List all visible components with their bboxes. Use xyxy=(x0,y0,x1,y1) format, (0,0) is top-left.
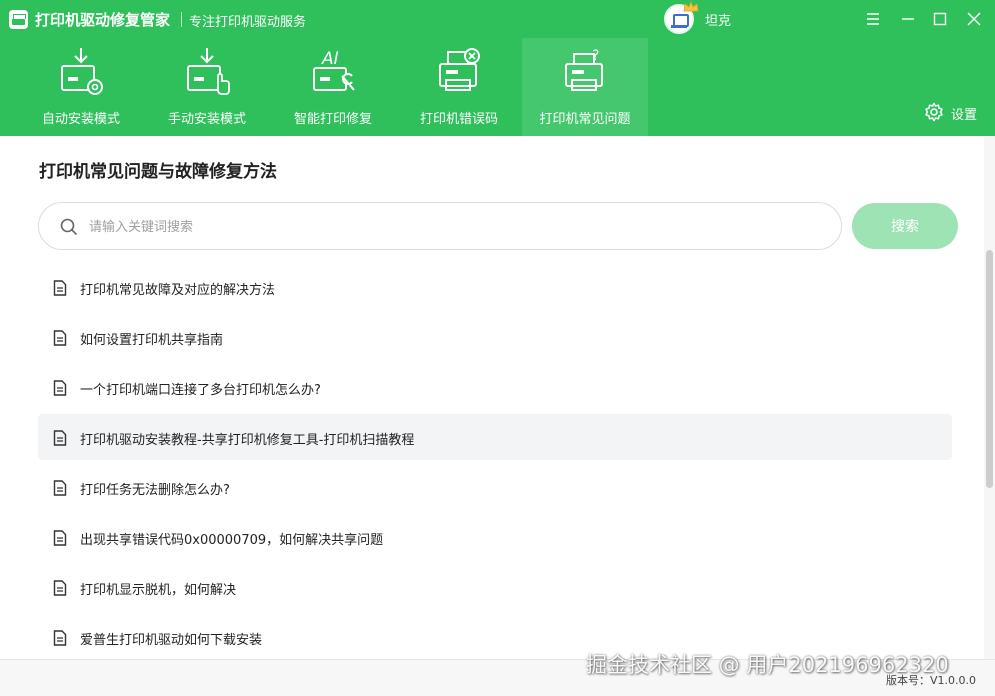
search-icon xyxy=(60,218,78,236)
tab-auto-install[interactable]: 自动安装模式 xyxy=(18,38,144,136)
faq-item[interactable]: 打印机驱动安装教程-共享打印机修复工具-打印机扫描教程 xyxy=(38,414,952,460)
tab-label: 自动安装模式 xyxy=(41,112,120,127)
faq-item[interactable]: 如何设置打印机共享指南 xyxy=(38,314,952,360)
username[interactable]: 坦克 xyxy=(705,10,731,29)
tab-label: 打印机常见问题 xyxy=(539,112,631,127)
tab-label: 打印机错误码 xyxy=(419,112,498,127)
search-input[interactable] xyxy=(89,215,819,239)
tab-printer-error[interactable]: 打印机错误码 xyxy=(396,38,522,136)
printer-logo-icon xyxy=(9,10,28,29)
faq-item-title: 一个打印机端口连接了多台打印机怎么办? xyxy=(80,383,321,398)
printer-error-icon xyxy=(439,48,480,91)
svg-text:AI: AI xyxy=(321,49,339,69)
printer-faq-icon: ? xyxy=(565,48,603,91)
tab-label: 智能打印修复 xyxy=(293,112,372,127)
title-bar: 打印机驱动修复管家 专注打印机驱动服务 坦克 xyxy=(0,0,995,38)
faq-item-title: 爱普生打印机驱动如何下载安装 xyxy=(80,633,263,648)
faq-item-title: 如何设置打印机共享指南 xyxy=(80,333,224,348)
app-slogan: 专注打印机驱动服务 xyxy=(189,15,307,30)
document-icon xyxy=(53,380,67,396)
faq-item[interactable]: 打印任务无法删除怎么办? xyxy=(38,464,952,510)
document-icon xyxy=(53,480,67,496)
faq-item[interactable]: 一个打印机端口连接了多台打印机怎么办? xyxy=(38,364,952,410)
minimize-icon[interactable] xyxy=(897,8,919,30)
tab-label: 手动安装模式 xyxy=(167,112,246,127)
main-nav: 自动安装模式 手动安装模式 AI 智能打印修复 打印机错误码 ? 打印机常见问题 xyxy=(0,38,995,136)
auto-install-icon xyxy=(61,48,103,95)
search-box[interactable] xyxy=(38,202,842,250)
settings-label: 设置 xyxy=(951,108,978,123)
faq-item[interactable]: 出现共享错误代码0x00000709，如何解决共享问题 xyxy=(38,514,952,560)
manual-install-icon xyxy=(187,48,230,95)
document-icon xyxy=(53,280,67,296)
document-icon xyxy=(53,530,67,546)
svg-text:?: ? xyxy=(592,48,599,64)
faq-item[interactable]: 打印机常见故障及对应的解决方法 xyxy=(38,264,952,310)
tab-printer-faq[interactable]: ? 打印机常见问题 xyxy=(522,38,648,136)
document-icon xyxy=(53,630,67,646)
app-name: 打印机驱动修复管家 xyxy=(35,11,171,29)
tab-ai-repair[interactable]: AI 智能打印修复 xyxy=(270,38,396,136)
menu-icon[interactable] xyxy=(862,8,884,30)
close-icon[interactable] xyxy=(963,8,985,30)
ai-repair-icon: AI xyxy=(313,49,355,91)
gear-icon xyxy=(925,102,943,122)
faq-item-title: 打印机显示脱机，如何解决 xyxy=(80,583,237,598)
faq-item-title: 打印任务无法删除怎么办? xyxy=(80,483,230,498)
maximize-icon[interactable] xyxy=(929,8,951,30)
faq-item[interactable]: 打印机显示脱机，如何解决 xyxy=(38,564,952,610)
crown-icon xyxy=(683,1,699,12)
page-title: 打印机常见问题与故障修复方法 xyxy=(39,162,277,182)
search-button[interactable]: 搜索 xyxy=(852,203,958,249)
faq-item-title: 打印机常见故障及对应的解决方法 xyxy=(80,283,276,298)
document-icon xyxy=(53,330,67,346)
app-header: 打印机驱动修复管家 专注打印机驱动服务 坦克 自动安装模式 手动安装模式 AI … xyxy=(0,0,995,136)
faq-item-title: 出现共享错误代码0x00000709，如何解决共享问题 xyxy=(80,533,384,548)
version-label: 版本号：V1.0.0.0 xyxy=(886,674,977,687)
scrollbar-thumb[interactable] xyxy=(986,250,993,488)
faq-item-title: 打印机驱动安装教程-共享打印机修复工具-打印机扫描教程 xyxy=(80,433,415,448)
document-icon xyxy=(53,430,67,446)
document-icon xyxy=(53,580,67,596)
title-divider xyxy=(181,12,182,27)
tab-manual-install[interactable]: 手动安装模式 xyxy=(144,38,270,136)
